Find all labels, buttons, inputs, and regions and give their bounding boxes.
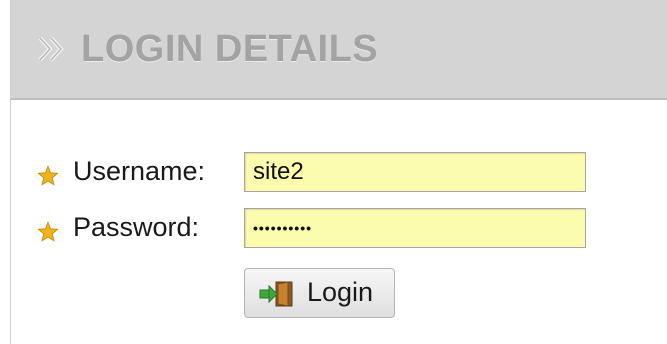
username-label: Username: bbox=[73, 156, 206, 186]
login-panel: LOGIN DETAILS Username: Password: Login bbox=[10, 0, 667, 344]
star-icon bbox=[37, 221, 59, 242]
password-label: Password: bbox=[73, 212, 200, 242]
door-enter-icon bbox=[259, 281, 293, 307]
login-button[interactable]: Login bbox=[244, 268, 395, 318]
double-chevron-right-icon bbox=[38, 36, 64, 62]
panel-title: LOGIN DETAILS bbox=[81, 28, 379, 70]
star-icon bbox=[37, 165, 59, 186]
login-button-label: Login bbox=[307, 277, 374, 307]
password-input[interactable] bbox=[244, 208, 586, 248]
username-input[interactable] bbox=[244, 152, 586, 192]
panel-header: LOGIN DETAILS bbox=[11, 0, 667, 100]
